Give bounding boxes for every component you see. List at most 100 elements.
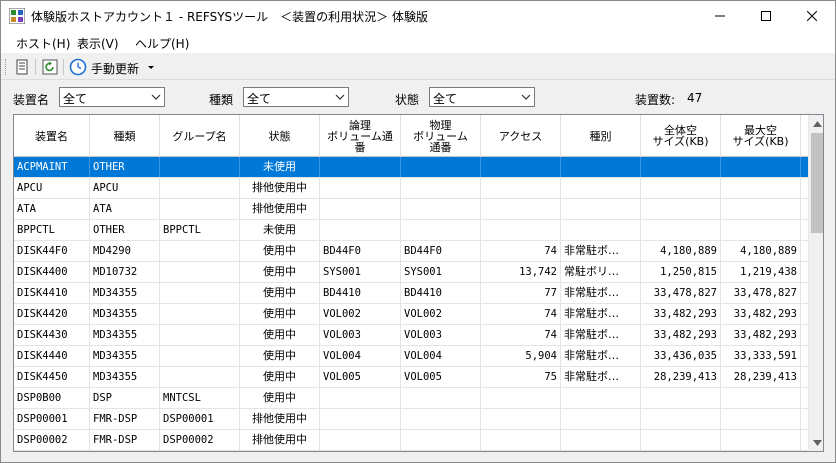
col-type-cell: OTHER [90,220,160,240]
col-category-header[interactable]: 種別 [561,115,641,157]
col-physical-volume-cell: VOL003 [401,325,481,345]
col-max-free-header[interactable]: 最大空 サイズ(KB) [721,115,801,157]
col-logical-volume-cell [320,430,401,450]
scroll-down-button[interactable] [809,434,823,451]
col-total-free-cell [641,157,721,177]
minimize-button[interactable] [697,1,743,31]
header-label: 種別 [589,129,612,143]
col-total-free-cell: 33,436,035 [641,346,721,366]
clock-icon[interactable] [69,58,87,76]
manual-refresh-button[interactable]: 手動更新 [91,60,139,77]
col-max-free-cell: 28,239,413 [721,367,801,387]
col-physical-volume-cell: BD44F0 [401,241,481,261]
col-status-cell: 使用中 [240,304,320,324]
maximize-button[interactable] [743,1,789,31]
col-status-cell: 使用中 [240,262,320,282]
col-status-cell: 使用中 [240,346,320,366]
col-physical-volume-cell [401,430,481,450]
col-device-name-header[interactable]: 装置名 [14,115,90,157]
col-access-cell [481,430,561,450]
col-physical-volume-header[interactable]: 物理 ボリューム 通番 [401,115,481,157]
col-group-header[interactable]: グループ名 [160,115,240,157]
col-max-free-cell: 33,482,293 [721,304,801,324]
document-icon[interactable] [13,58,31,76]
col-category-cell [561,178,641,198]
header-label: 最大空 サイズ(KB) [732,124,789,148]
col-access-cell [481,178,561,198]
col-type-cell: OTHER [90,157,160,177]
col-status-cell: 排他使用中 [240,430,320,450]
col-status-cell: 使用中 [240,388,320,408]
col-access-cell: 13,742 [481,262,561,282]
col-logical-volume-cell [320,157,401,177]
close-button[interactable] [789,1,835,31]
col-access-cell [481,388,561,408]
table-row[interactable]: ACPMAINT OTHER 未使用 [14,157,808,178]
table-row[interactable]: DISK4450 MD34355 使用中 VOL005 VOL005 75 非常駐ボ… 28,… [14,367,808,388]
table-row[interactable]: DISK4440 MD34355 使用中 VOL004 VOL004 5,904 非常駐ボ…… [14,346,808,367]
table-row[interactable]: DISK4410 MD34355 使用中 BD4410 BD4410 77 非常駐ボ… 33,… [14,283,808,304]
header-label: 物理 ボリューム 通番 [413,118,468,154]
table-row[interactable]: DSP00002 FMR-DSP DSP00002 排他使用中 [14,430,808,451]
col-logical-volume-cell: VOL004 [320,346,401,366]
col-group-cell [160,262,240,282]
col-total-free-cell: 4,180,889 [641,241,721,261]
col-device-name-cell: BPPCTL [14,220,90,240]
table-row[interactable]: BPPCTL OTHER BPPCTL 未使用 [14,220,808,241]
chevron-down-icon[interactable] [145,61,157,73]
col-device-name-cell: DISK4430 [14,325,90,345]
col-device-name-cell: DISK4450 [14,367,90,387]
table-row[interactable]: ATA ATA 排他使用中 [14,199,808,220]
table-row[interactable]: DSP0B00 DSP MNTCSL 使用中 [14,388,808,409]
col-type-cell: MD34355 [90,346,160,366]
table-row[interactable]: DISK44F0 MD4290 使用中 BD44F0 BD44F0 74 非常駐ボ… 4,18… [14,241,808,262]
col-logical-volume-header[interactable]: 論理 ボリューム通 番 [320,115,401,157]
menu-host[interactable]: ホスト(H) [16,35,70,52]
col-type-cell: FMR-DSP [90,409,160,429]
col-status-header[interactable]: 状態 [240,115,320,157]
col-logical-volume-cell: VOL003 [320,325,401,345]
col-logical-volume-cell: BD4410 [320,283,401,303]
col-status-cell: 排他使用中 [240,409,320,429]
table-row[interactable]: DISK4400 MD10732 使用中 SYS001 SYS001 13,742 常駐ボリ… [14,262,808,283]
col-total-free-header[interactable]: 全体空 サイズ(KB) [641,115,721,157]
col-type-cell: MD34355 [90,367,160,387]
col-access-cell: 5,904 [481,346,561,366]
window-title: 体験版ホストアカウント１ - REFSYSツール ＜装置の利用状況＞ 体験版 [31,10,428,24]
toolbar-grip[interactable] [5,59,8,75]
table-row[interactable]: DSP00001 FMR-DSP DSP00001 排他使用中 [14,409,808,430]
col-type-header[interactable]: 種類 [90,115,160,157]
table-row[interactable]: DISK4430 MD34355 使用中 VOL003 VOL003 74 非常駐ボ… 33,… [14,325,808,346]
app-icon [9,8,25,24]
menu-help[interactable]: ヘルプ(H) [135,35,189,52]
status-select[interactable]: 全て [429,87,535,107]
col-type-cell: DSP [90,388,160,408]
chevron-up-icon [812,120,822,127]
col-max-free-cell [721,157,801,177]
col-logical-volume-cell [320,409,401,429]
device-grid[interactable]: 装置名 種類 グループ名 状態 論理 ボリューム通 番物理 ボリューム 通番 アクセス 種別… [13,114,824,452]
table-row[interactable]: DISK4420 MD34355 使用中 VOL002 VOL002 74 非常駐ボ… 33,… [14,304,808,325]
col-access-cell [481,199,561,219]
device-name-select[interactable]: 全て [59,87,165,107]
scroll-thumb[interactable] [811,133,823,233]
col-category-cell [561,388,641,408]
scroll-up-button[interactable] [809,115,823,132]
menu-view[interactable]: 表示(V) [77,35,119,52]
col-category-cell [561,199,641,219]
chevron-down-icon [812,439,822,446]
col-max-free-cell [721,430,801,450]
minimize-icon [715,15,725,17]
col-device-name-cell: DISK44F0 [14,241,90,261]
grid-body: ACPMAINT OTHER 未使用 APCU APCU 排他使用中 ATA ATA 排他使用中… [14,157,808,451]
col-max-free-cell: 33,333,591 [721,346,801,366]
refresh-icon[interactable] [41,58,59,76]
col-total-free-cell: 33,482,293 [641,325,721,345]
table-row[interactable]: APCU APCU 排他使用中 [14,178,808,199]
col-device-name-cell: DSP00002 [14,430,90,450]
vertical-scrollbar[interactable] [808,115,823,451]
type-select[interactable]: 全て [243,87,349,107]
col-max-free-cell: 33,478,827 [721,283,801,303]
col-group-cell: DSP00002 [160,430,240,450]
col-access-header[interactable]: アクセス [481,115,561,157]
